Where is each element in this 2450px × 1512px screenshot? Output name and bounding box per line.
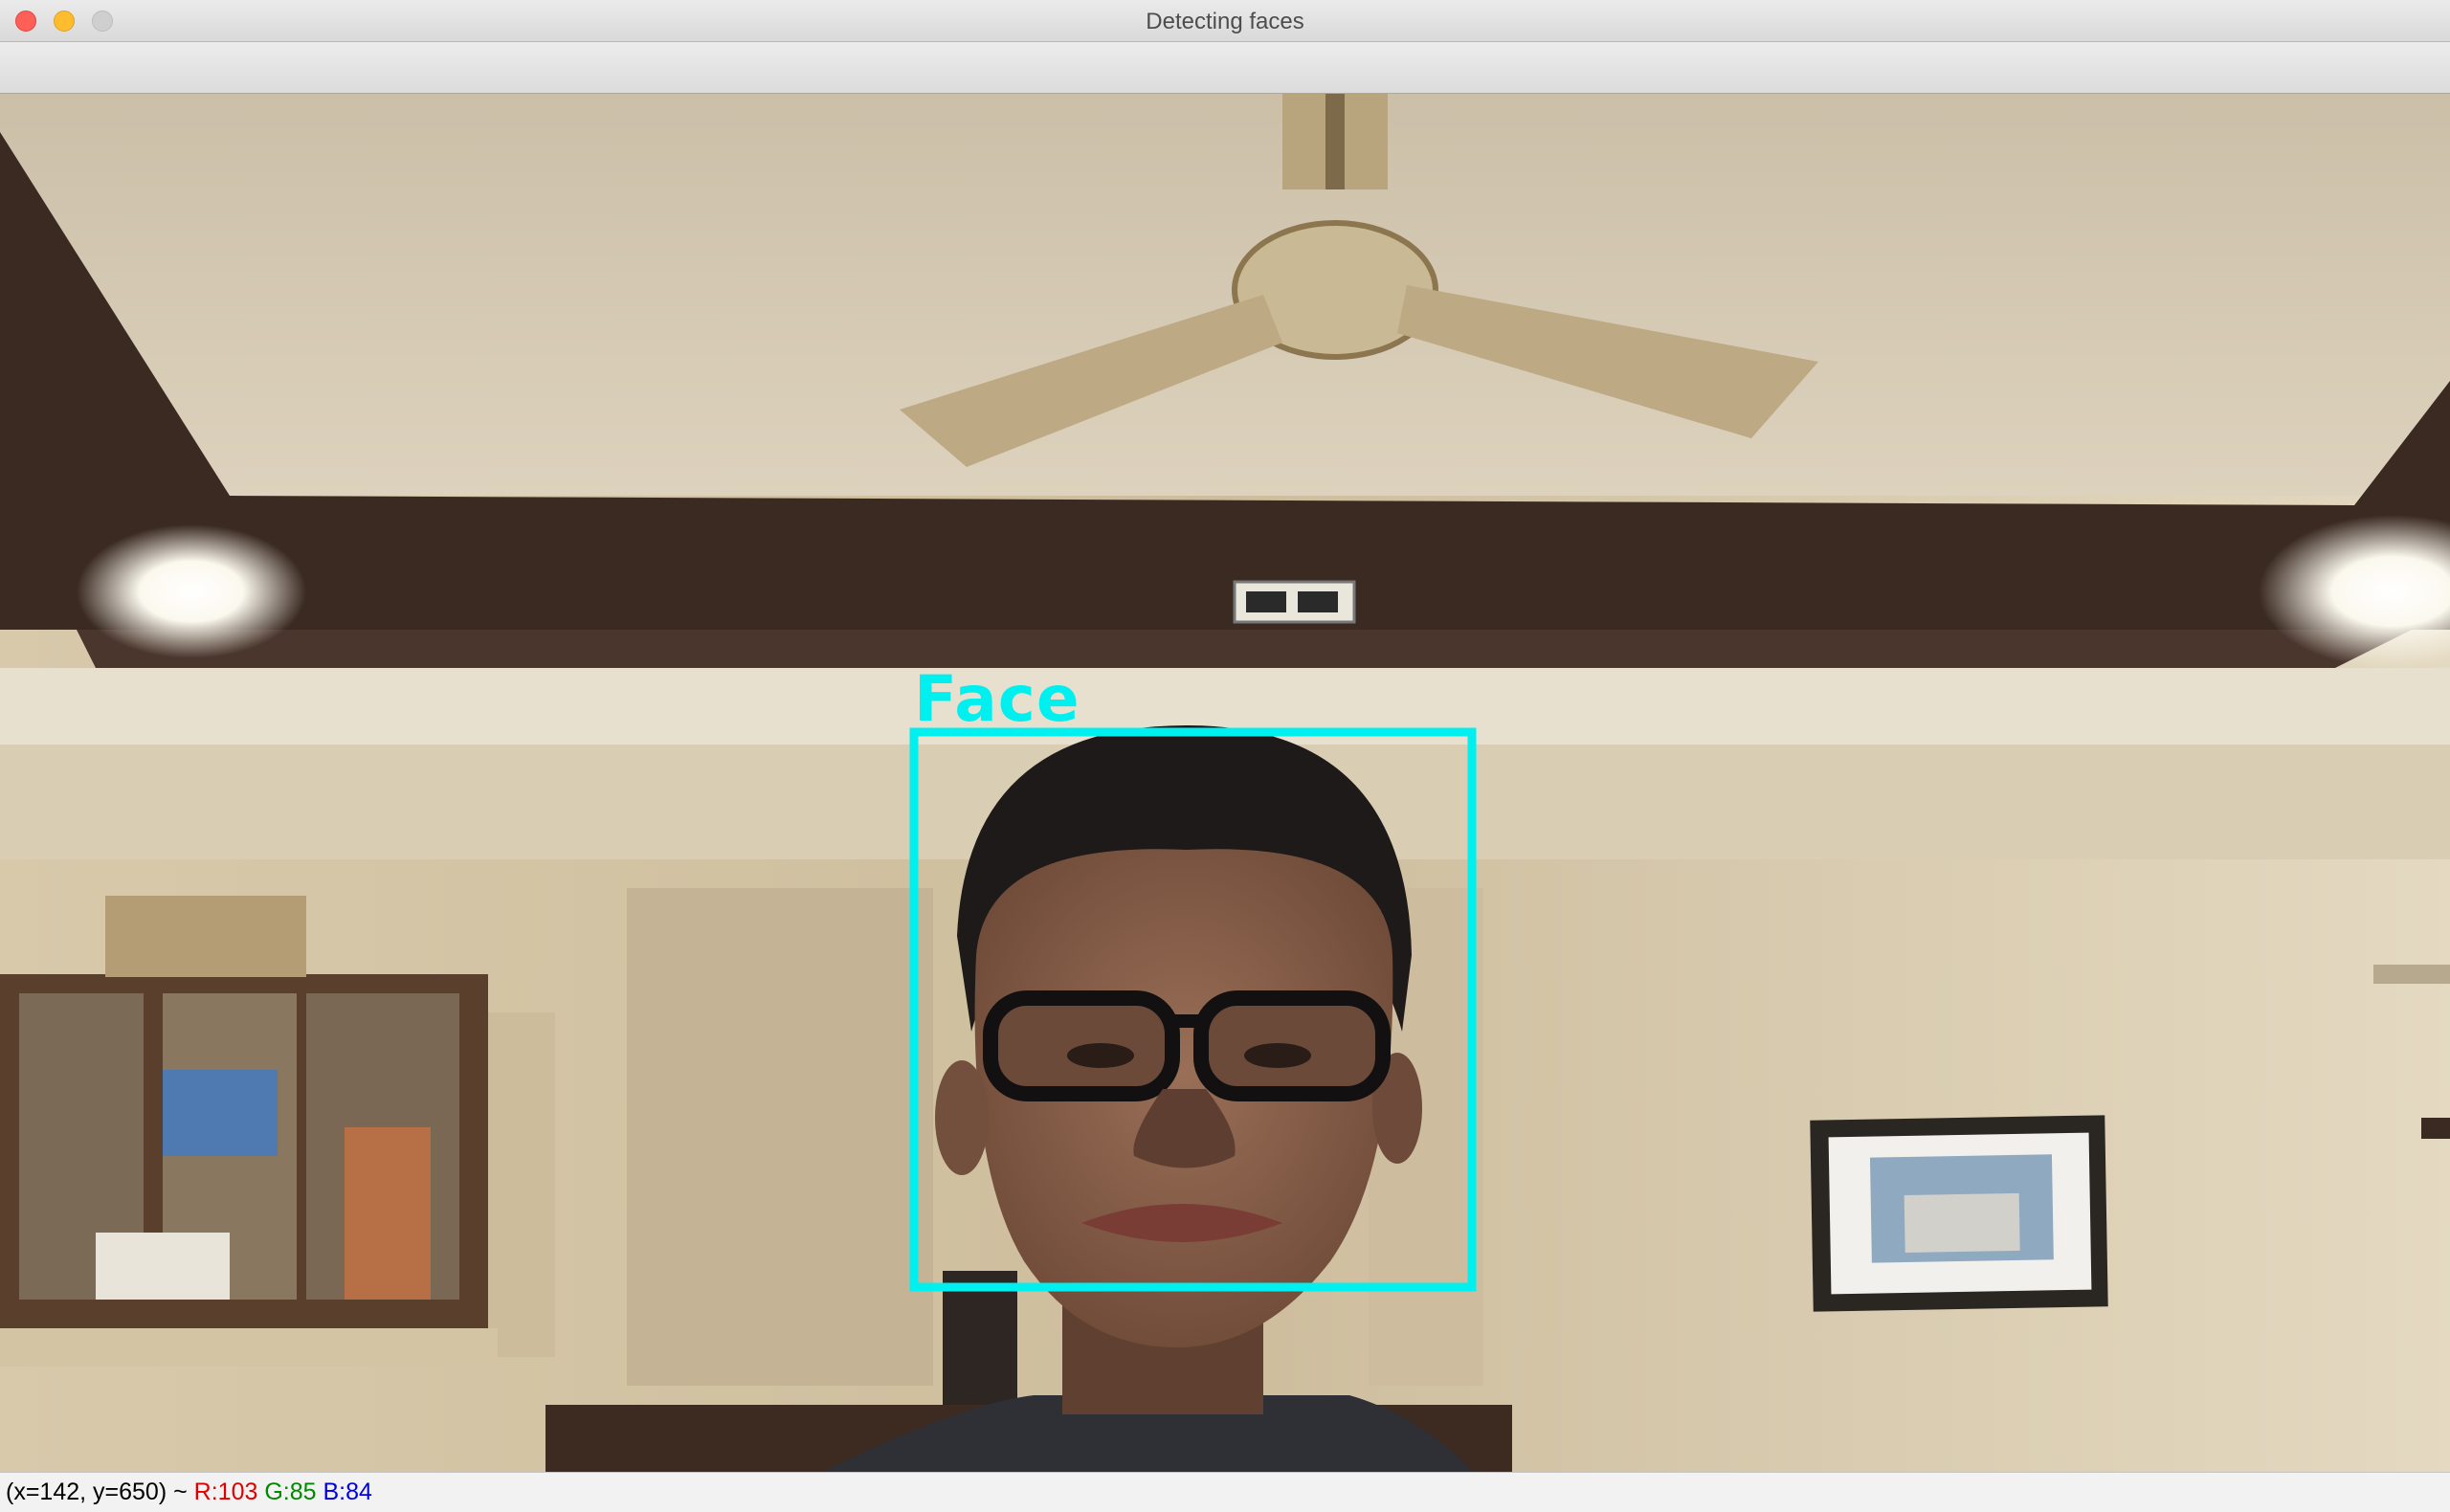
green-value: G:85 bbox=[264, 1479, 317, 1505]
blue-value: B:84 bbox=[323, 1479, 372, 1505]
status-bar: (x=142, y=650) ~ R:103 G:85 B:84 bbox=[0, 1472, 2450, 1512]
window-title-bar: Detecting faces bbox=[0, 0, 2450, 42]
camera-image bbox=[0, 94, 2450, 1472]
toolbar bbox=[0, 42, 2450, 94]
red-value: R:103 bbox=[193, 1479, 258, 1505]
face-detection-label: Face bbox=[914, 662, 1080, 736]
camera-frame[interactable]: Face bbox=[0, 94, 2450, 1472]
cursor-coordinates: (x=142, y=650) ~ bbox=[6, 1479, 188, 1505]
window-title: Detecting faces bbox=[1146, 9, 1304, 34]
